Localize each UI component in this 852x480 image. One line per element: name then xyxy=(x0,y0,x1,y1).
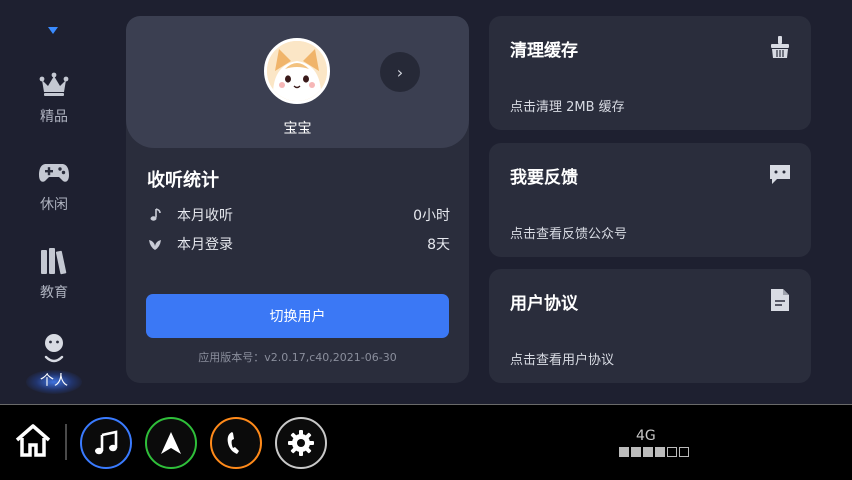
books-icon xyxy=(37,244,71,278)
gamepad-icon xyxy=(37,156,71,190)
navigation-icon xyxy=(161,432,181,454)
home-button[interactable] xyxy=(12,420,54,460)
app-version: 应用版本号：v2.0.17,c40,2021-06-30 xyxy=(198,351,397,364)
card-description: 点击查看用户协议 xyxy=(510,353,615,368)
dock-divider-line xyxy=(0,404,852,405)
dock-separator xyxy=(65,424,67,460)
sidebar-item-label: 精品 xyxy=(40,109,68,125)
card-title: 我要反馈 xyxy=(510,168,578,188)
card-description: 点击清理 2MB 缓存 xyxy=(510,100,625,115)
leaf-icon xyxy=(147,236,163,252)
navigation-app-button[interactable] xyxy=(145,417,197,469)
signal-bar xyxy=(655,447,665,457)
feedback-card[interactable]: 我要反馈 点击查看反馈公众号 xyxy=(489,143,811,257)
sidebar-item-personal[interactable]: 个人 xyxy=(18,332,90,396)
sidebar-item-label: 教育 xyxy=(40,285,68,301)
settings-app-button[interactable] xyxy=(275,417,327,469)
card-description: 点击查看反馈公众号 xyxy=(510,227,628,242)
signal-strength xyxy=(619,447,689,457)
stat-value: 8天 xyxy=(427,237,450,253)
crown-icon xyxy=(37,68,71,102)
avatar[interactable] xyxy=(264,38,330,104)
collapse-caret-icon[interactable] xyxy=(48,27,58,34)
stats-title: 收听统计 xyxy=(147,170,219,191)
broom-icon xyxy=(768,35,792,59)
music-app-button[interactable] xyxy=(80,417,132,469)
document-icon xyxy=(768,288,792,312)
stat-row-login: 本月登录 8天 xyxy=(147,234,450,254)
username: 宝宝 xyxy=(283,121,312,137)
sidebar: 精品 休闲 教育 个人 xyxy=(0,0,108,404)
music-note-icon xyxy=(147,207,163,223)
user-agreement-card[interactable]: 用户协议 点击查看用户协议 xyxy=(489,269,811,383)
sidebar-item-label: 个人 xyxy=(40,373,68,389)
chat-icon xyxy=(768,162,792,186)
signal-bar xyxy=(667,447,677,457)
sidebar-item-education[interactable]: 教育 xyxy=(18,244,90,308)
card-title: 用户协议 xyxy=(510,294,578,314)
clear-cache-card[interactable]: 清理缓存 点击清理 2MB 缓存 xyxy=(489,16,811,130)
stat-label: 本月收听 xyxy=(177,208,233,224)
switch-user-button[interactable]: 切换用户 xyxy=(146,294,449,338)
stat-row-listening: 本月收听 0小时 xyxy=(147,205,450,225)
signal-bar xyxy=(643,447,653,457)
sidebar-item-featured[interactable]: 精品 xyxy=(18,68,90,132)
stat-label: 本月登录 xyxy=(177,237,233,253)
signal-bar xyxy=(619,447,629,457)
card-title: 清理缓存 xyxy=(510,41,578,61)
music-icon xyxy=(95,430,118,455)
signal-bar xyxy=(631,447,641,457)
network-type: 4G xyxy=(636,428,656,444)
chevron-right-icon: › xyxy=(396,62,404,82)
sidebar-item-label: 休闲 xyxy=(40,197,68,213)
signal-bar xyxy=(679,447,689,457)
profile-detail-button[interactable]: › xyxy=(380,52,420,92)
phone-app-button[interactable] xyxy=(210,417,262,469)
profile-header: › 宝宝 xyxy=(126,16,469,148)
stat-value: 0小时 xyxy=(413,208,450,224)
person-icon xyxy=(37,332,71,366)
profile-panel: › 宝宝 收听统计 本月收听 0小时 本月登录 8天 切换用户 应用版本号：v2… xyxy=(126,16,469,383)
sidebar-item-leisure[interactable]: 休闲 xyxy=(18,156,90,220)
settings-icon xyxy=(288,430,314,456)
home-icon xyxy=(15,424,51,457)
phone-icon xyxy=(227,432,239,454)
